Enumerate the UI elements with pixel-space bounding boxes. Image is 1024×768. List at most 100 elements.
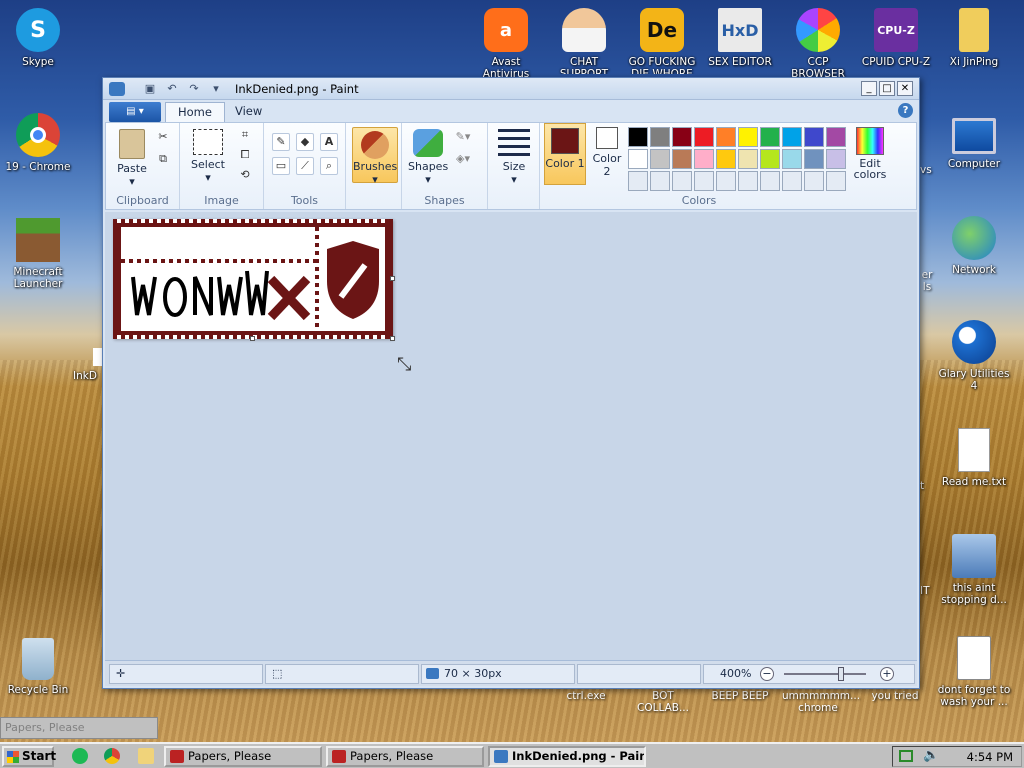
text-icon[interactable]: A [320, 133, 338, 151]
network-tray-icon[interactable] [899, 750, 913, 762]
resize-handle-corner[interactable] [390, 336, 395, 341]
color2-button[interactable]: Color 2 [590, 127, 624, 178]
palette-swatch[interactable] [694, 149, 714, 169]
tab-view[interactable]: View [223, 102, 274, 122]
palette-swatch[interactable] [760, 127, 780, 147]
palette-swatch[interactable] [804, 127, 824, 147]
close-button[interactable]: ✕ [897, 81, 913, 96]
palette-swatch[interactable] [782, 149, 802, 169]
paste-button[interactable]: Paste ▾ [114, 129, 150, 188]
glary-shortcut[interactable]: Glary Utilities 4 [936, 320, 1012, 392]
palette-swatch[interactable] [826, 127, 846, 147]
zoom-slider-thumb[interactable] [838, 667, 844, 681]
maximize-button[interactable]: □ [879, 81, 895, 96]
fill-icon[interactable]: ◆ [296, 133, 314, 151]
palette-swatch[interactable] [694, 127, 714, 147]
spotify-icon[interactable] [72, 748, 88, 764]
cut-icon[interactable]: ✂ [154, 129, 172, 147]
palette-swatch[interactable] [738, 149, 758, 169]
redo-icon[interactable]: ↷ [187, 82, 201, 96]
die-shortcut[interactable]: De GO FUCKING DIE WHORE [624, 8, 700, 74]
edit-colors-button[interactable]: Edit colors [850, 127, 890, 181]
palette-custom-slot[interactable] [782, 171, 802, 191]
fill-shape-icon[interactable]: ◈▾ [454, 151, 472, 169]
zoom-in-icon[interactable]: + [880, 667, 894, 681]
minecraft-shortcut[interactable]: Minecraft Launcher [0, 218, 76, 290]
zoom-slider[interactable] [784, 673, 866, 675]
xi-jinping-folder[interactable]: Xi JinPing [936, 8, 1012, 68]
copy-icon[interactable]: ⧉ [154, 151, 172, 169]
palette-swatch[interactable] [782, 127, 802, 147]
eraser-icon[interactable]: ▭ [272, 157, 290, 175]
palette-swatch[interactable] [650, 127, 670, 147]
color-picker-icon[interactable]: ⟋ [296, 157, 314, 175]
customize-dropdown-icon[interactable]: ▾ [209, 82, 223, 96]
network-shortcut[interactable]: Network [936, 216, 1012, 276]
volume-icon[interactable]: 🔈 [923, 748, 939, 763]
title-bar[interactable]: ▣ ↶ ↷ ▾ InkDenied.png - Paint _ □ ✕ [103, 78, 919, 100]
canvas-area[interactable]: ⤡ [105, 212, 917, 660]
rotate-icon[interactable]: ⟲ [236, 167, 254, 185]
recycle-bin-shortcut[interactable]: Recycle Bin [0, 638, 76, 696]
computer-shortcut[interactable]: Computer [936, 118, 1012, 170]
palette-custom-slot[interactable] [694, 171, 714, 191]
paint-app-icon[interactable] [109, 82, 125, 96]
save-icon[interactable]: ▣ [143, 82, 157, 96]
zoom-out-icon[interactable]: − [760, 667, 774, 681]
palette-swatch[interactable] [672, 149, 692, 169]
palette-swatch[interactable] [716, 149, 736, 169]
this-aint-stopping-shortcut[interactable]: this aint stopping d... [936, 534, 1012, 606]
start-button[interactable]: Start [2, 746, 56, 767]
palette-swatch[interactable] [716, 127, 736, 147]
palette-custom-slot[interactable] [716, 171, 736, 191]
palette-swatch[interactable] [672, 127, 692, 147]
palette-custom-slot[interactable] [738, 171, 758, 191]
color1-button[interactable]: Color 1 [544, 123, 586, 185]
brushes-button[interactable]: Brushes ▾ [352, 127, 398, 186]
dont-forget-shortcut[interactable]: dont forget to wash your ... [936, 636, 1012, 708]
resize-handle-right[interactable] [390, 276, 395, 281]
file-menu-button[interactable]: ▤ ▾ [109, 102, 161, 122]
palette-swatch[interactable] [738, 127, 758, 147]
hex-editor-shortcut[interactable]: HxD SEX EDITOR [702, 8, 778, 68]
palette-custom-slot[interactable] [760, 171, 780, 191]
shapes-button[interactable]: Shapes ▾ [408, 129, 448, 186]
palette-custom-slot[interactable] [650, 171, 670, 191]
taskbar-item-papers-please-2[interactable]: Papers, Please [326, 746, 484, 767]
select-button[interactable]: Select ▾ [188, 129, 228, 184]
skype-shortcut[interactable]: S Skype [0, 8, 76, 68]
chrome-shortcut[interactable]: 19 - Chrome [0, 113, 76, 173]
palette-custom-slot[interactable] [804, 171, 824, 191]
drawing-canvas[interactable] [113, 219, 395, 341]
palette-custom-slot[interactable] [672, 171, 692, 191]
help-icon[interactable]: ? [898, 103, 913, 118]
undo-icon[interactable]: ↶ [165, 82, 179, 96]
pencil-icon[interactable]: ✎ [272, 133, 290, 151]
readme-shortcut[interactable]: Read me.txt [936, 428, 1012, 488]
game-window-stub[interactable]: Papers, Please [0, 717, 158, 739]
ccp-browser-shortcut[interactable]: CCP BROWSER [780, 8, 856, 80]
palette-custom-slot[interactable] [628, 171, 648, 191]
taskbar-item-paint[interactable]: InkDenied.png - Paint [488, 746, 646, 767]
tab-home[interactable]: Home [165, 102, 225, 122]
avast-shortcut[interactable]: a Avast Antivirus [468, 8, 544, 80]
palette-swatch[interactable] [826, 149, 846, 169]
palette-swatch[interactable] [760, 149, 780, 169]
crop-icon[interactable]: ⌗ [236, 127, 254, 145]
palette-swatch[interactable] [628, 127, 648, 147]
palette-swatch[interactable] [628, 149, 648, 169]
size-button[interactable]: Size ▾ [496, 129, 532, 186]
palette-swatch[interactable] [804, 149, 824, 169]
magnifier-icon[interactable]: ⌕ [320, 157, 338, 175]
folder-icon[interactable] [138, 748, 154, 764]
cpuz-shortcut[interactable]: CPU-Z CPUID CPU-Z [858, 8, 934, 68]
minimize-button[interactable]: _ [861, 81, 877, 96]
chat-support-shortcut[interactable]: CHAT SUPPORT [546, 8, 622, 74]
taskbar-item-papers-please-1[interactable]: Papers, Please [164, 746, 322, 767]
outline-icon[interactable]: ✎▾ [454, 129, 472, 147]
resize-icon[interactable]: ⧠ [236, 147, 254, 165]
palette-swatch[interactable] [650, 149, 670, 169]
resize-handle-bottom[interactable] [250, 336, 255, 341]
palette-custom-slot[interactable] [826, 171, 846, 191]
chrome-icon[interactable] [104, 748, 120, 764]
